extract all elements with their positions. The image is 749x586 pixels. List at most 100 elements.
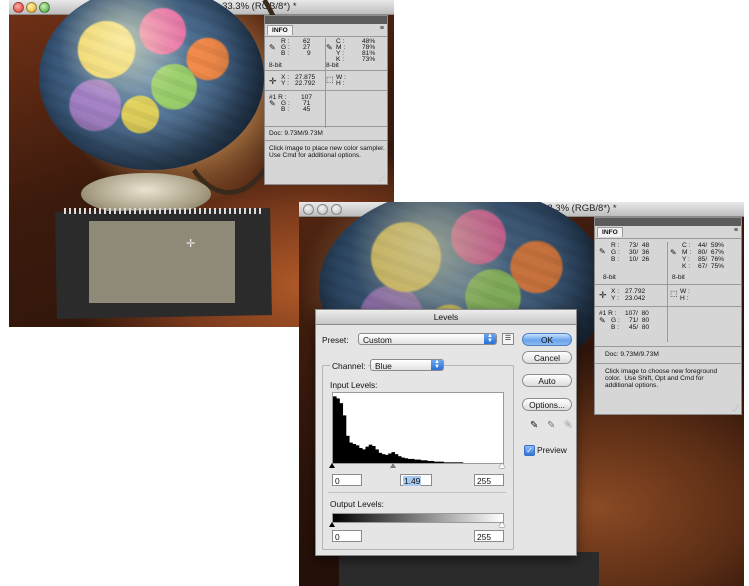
histogram-bar xyxy=(381,454,386,463)
divider xyxy=(265,70,387,71)
popup-arrows-icon: ▲ ▼ xyxy=(431,359,443,370)
zoom-button[interactable] xyxy=(39,2,50,13)
close-button[interactable] xyxy=(303,204,314,215)
histogram-bar xyxy=(336,398,340,463)
cmyk-m-value: 80/ 67% xyxy=(698,249,725,256)
histogram-bar xyxy=(443,462,448,463)
sampler-b-value: 45 xyxy=(303,106,311,113)
doc-size: Doc: 9.73M/9.73M xyxy=(605,351,659,358)
histogram-bar xyxy=(375,449,379,463)
histogram-graph xyxy=(333,396,464,463)
histogram-bar xyxy=(349,442,353,463)
eyedropper-icon: ✎ xyxy=(269,99,276,108)
eyedropper-icon: ✎ xyxy=(269,43,276,52)
preset-select[interactable]: Custom ▲ ▼ xyxy=(358,333,497,345)
gray-point-eyedropper-icon[interactable]: ✎ xyxy=(547,420,555,431)
input-white-slider[interactable] xyxy=(499,463,505,468)
black-point-eyedropper-icon[interactable]: ✎ xyxy=(530,420,538,431)
sampler-g-value: 71/ 80 xyxy=(629,317,650,324)
ok-button[interactable]: OK xyxy=(522,333,572,346)
y-value: 22.792 xyxy=(295,80,316,87)
sampler-readout: #1 R : ✎ G : B : 107/ 80 71/ 80 45/ 80 xyxy=(595,310,667,334)
resize-grip-icon[interactable]: ⋰ xyxy=(733,405,739,412)
output-white-field[interactable]: 255 xyxy=(474,530,504,542)
options-button[interactable]: Options... xyxy=(522,398,572,411)
eyedropper-icon: ✎ xyxy=(599,247,606,256)
input-black-value: 0 xyxy=(335,476,340,486)
preset-options-icon[interactable]: ☰ xyxy=(502,333,514,345)
histogram xyxy=(332,392,504,464)
cmyk-y-value: 85/ 76% xyxy=(698,256,725,263)
input-black-slider[interactable] xyxy=(329,463,335,468)
sampler-b-label: B : xyxy=(281,106,290,113)
white-point-eyedropper-icon[interactable]: ✎ xyxy=(564,420,572,431)
xy-readout: ✛ X : Y : 27.792 23.042 xyxy=(595,288,667,308)
sampler-readout: #1 R : ✎ G : B : 107 71 45 xyxy=(265,94,325,114)
histogram-bar xyxy=(453,462,457,463)
histogram-bar xyxy=(401,457,405,463)
output-white-value: 255 xyxy=(477,532,491,542)
dialog-title[interactable]: Levels xyxy=(316,310,576,325)
histogram-bar xyxy=(424,460,428,463)
histogram-bar xyxy=(378,452,383,463)
channel-value: Blue xyxy=(375,361,392,371)
tab-info[interactable]: INFO xyxy=(597,227,623,237)
cmyk-m-label: M : xyxy=(682,249,692,256)
zoom-button[interactable] xyxy=(331,204,342,215)
rgb-b-value: 9 xyxy=(307,50,311,57)
histogram-bar xyxy=(450,462,454,463)
sampler-r-value: 107/ 80 xyxy=(625,310,649,317)
divider xyxy=(595,284,741,285)
divider xyxy=(328,492,506,493)
cancel-button[interactable]: Cancel xyxy=(522,351,572,364)
minimize-button[interactable] xyxy=(26,2,37,13)
histogram-bar xyxy=(342,415,347,463)
minimize-button[interactable] xyxy=(317,204,328,215)
histogram-bar xyxy=(430,460,435,463)
output-black-slider[interactable] xyxy=(329,522,335,527)
histogram-bar xyxy=(437,461,441,463)
crosshair-icon: ✛ xyxy=(599,290,607,300)
divider xyxy=(265,126,387,127)
channel-label: Channel: xyxy=(330,361,368,371)
panel-header[interactable] xyxy=(265,16,387,24)
tab-info[interactable]: INFO xyxy=(267,25,293,35)
panel-menu-icon[interactable]: ≡ xyxy=(734,227,738,234)
y-label: Y : xyxy=(281,80,289,87)
sampler-b-label: B : xyxy=(611,324,620,331)
popup-arrows-icon: ▲ ▼ xyxy=(484,333,496,344)
histogram-bar xyxy=(433,461,438,463)
histogram-bar xyxy=(398,456,402,463)
histogram-bar xyxy=(388,453,392,463)
panel-menu-icon[interactable]: ≡ xyxy=(380,25,384,32)
input-black-field[interactable]: 0 xyxy=(332,474,362,486)
hint-text: additional options. xyxy=(605,382,659,389)
rgb-g-value: 30/ 36 xyxy=(629,249,650,256)
histogram-bar xyxy=(446,462,451,463)
input-white-value: 255 xyxy=(477,476,491,486)
info-panel-1: INFO ≡ R : ✎ G : B : 62 27 9 8-bit C : ✎… xyxy=(264,15,388,185)
input-gamma-slider[interactable] xyxy=(390,463,396,468)
x-label: X : xyxy=(611,288,620,295)
output-white-slider[interactable] xyxy=(499,522,505,527)
resize-grip-icon[interactable]: ⋰ xyxy=(379,175,385,182)
bit-depth-right: 8-bit xyxy=(672,274,685,281)
sampler-g-label: G : xyxy=(611,317,620,324)
panel-header[interactable] xyxy=(595,218,741,226)
channel-select[interactable]: Blue ▲ ▼ xyxy=(370,359,444,371)
input-white-field[interactable]: 255 xyxy=(474,474,504,486)
gray-card-target xyxy=(89,221,235,303)
xy-readout: ✛ X : Y : 27.875 22.792 xyxy=(265,74,325,94)
selection-size-icon: ⬚ xyxy=(326,75,334,84)
output-black-field[interactable]: 0 xyxy=(332,530,362,542)
input-gamma-field[interactable]: 1.49 xyxy=(400,474,432,486)
histogram-bar xyxy=(346,435,350,463)
histogram-bar xyxy=(352,443,357,463)
preview-checkbox[interactable]: ✓ xyxy=(524,445,535,456)
bit-depth-left: 8-bit xyxy=(603,274,616,281)
auto-button[interactable]: Auto xyxy=(522,374,572,387)
close-button[interactable] xyxy=(13,2,24,13)
color-sampler-marker[interactable]: ✛ xyxy=(186,237,195,250)
histogram-bar xyxy=(427,460,431,463)
panel-tabbar: INFO ≡ xyxy=(595,226,741,239)
